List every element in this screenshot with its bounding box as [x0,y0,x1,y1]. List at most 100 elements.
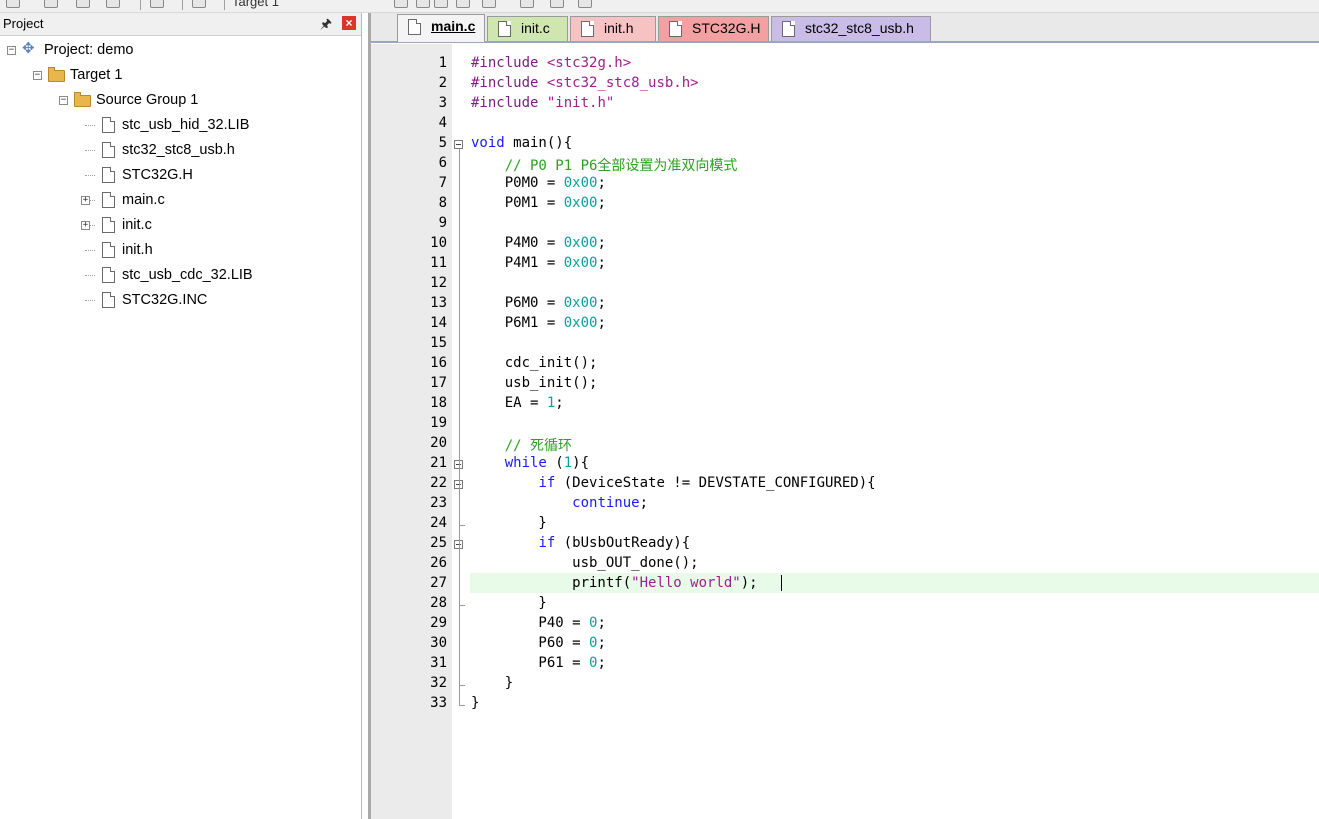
tree-connector [85,125,95,126]
expand-icon[interactable]: + [81,221,90,230]
toolbar-separator [182,0,183,10]
tab-label: stc32_stc8_usb.h [805,20,914,36]
toolbar: Target 1 [0,0,1319,13]
close-icon[interactable]: × [342,16,356,30]
tab-init-c[interactable]: init.c [487,16,568,41]
tree-item-file[interactable]: STC32G.H [0,164,360,186]
tab-init-h[interactable]: init.h [570,16,656,41]
tree-connector [85,300,95,301]
fold-collapse-icon[interactable] [454,140,463,149]
toolbar-icon[interactable] [578,0,592,8]
toolbar-icon[interactable] [394,0,408,8]
file-icon [102,267,115,283]
code-line: P4M0 = 0x00; [471,235,606,251]
tree-item-label: Target 1 [70,67,123,83]
fold-end-marker [459,525,465,526]
tree-item-label: init.c [122,217,152,233]
code-line: } [471,695,480,711]
code-line: printf("Hello world"); [471,575,758,591]
toolbar-icon[interactable] [150,0,164,8]
file-icon [581,21,594,37]
tree-item-label: stc32_stc8_usb.h [122,142,235,158]
code-line: void main(){ [471,135,573,151]
tree-item-label: stc_usb_hid_32.LIB [122,117,250,133]
code-line: P4M1 = 0x00; [471,255,606,271]
file-icon [102,117,115,133]
code-line: usb_OUT_done(); [471,555,699,571]
file-icon [102,142,115,158]
code-line: #include <stc32g.h> [471,55,632,71]
file-icon [102,217,115,233]
toolbar-icon[interactable] [550,0,564,8]
code-line: while (1){ [504,455,590,471]
project-panel: Project 🖈 × − ✥ Project: demo − Target 1− Sou… [0,13,362,819]
code-line: if (DeviceState != DEVSTATE_CONFIGURED){ [538,475,876,491]
code-line: if (bUsbOutReady){ [538,535,691,551]
file-icon [669,21,682,37]
code-line: // 死循环 [471,438,573,454]
tree-item-file[interactable]: + main.c [0,189,360,211]
tree-item-project[interactable]: − ✥ Project: demo [0,39,360,61]
code-line: P40 = 0; [471,615,606,631]
file-icon [102,167,115,183]
code-line: P60 = 0; [471,635,606,651]
file-icon [102,192,115,208]
tab-label: main.c [431,18,476,34]
tree-item-label: stc_usb_cdc_32.LIB [122,267,253,283]
toolbar-icon[interactable] [482,0,496,8]
code-line: #include <stc32_stc8_usb.h> [471,75,699,91]
tree-connector [85,275,95,276]
toolbar-icon[interactable] [6,0,20,8]
toolbar-icon[interactable] [520,0,534,8]
toolbar-icon[interactable] [106,0,120,8]
tree-connector [85,175,95,176]
collapse-icon[interactable]: − [7,46,16,55]
tree-item-label: init.h [122,242,153,258]
tree-item-label: STC32G.H [122,167,193,183]
tree-item-file[interactable]: stc_usb_cdc_32.LIB [0,264,360,286]
toolbar-separator [224,0,225,10]
tree-item-file[interactable]: stc32_stc8_usb.h [0,139,360,161]
code-line: #include "init.h" [471,95,615,111]
tree-item-label: main.c [122,192,165,208]
toolbar-icon[interactable] [434,0,448,8]
code-line: } [471,515,547,531]
tree-item-target[interactable]: − Target 1 [0,64,360,86]
project-icon: ✥ [22,40,35,57]
target-icon [48,67,65,82]
pin-icon[interactable]: 🖈 [320,15,332,37]
fold-guide [459,489,460,525]
tab-label: init.h [604,20,634,36]
code-line: P6M1 = 0x00; [471,315,606,331]
code-line: P0M1 = 0x00; [471,195,606,211]
tab-stc32-stc8-usb-h[interactable]: stc32_stc8_usb.h [771,16,931,41]
expand-icon[interactable]: + [81,196,90,205]
code-line: usb_init(); [471,375,598,391]
code-line: continue; [572,495,649,511]
tree-item-file[interactable]: init.h [0,239,360,261]
tree-item-file[interactable]: stc_usb_hid_32.LIB [0,114,360,136]
tree-item-label: Source Group 1 [96,92,199,108]
collapse-icon[interactable]: − [33,71,42,80]
fold-end-marker [459,685,465,686]
tab-label: init.c [521,20,550,36]
tab-main-c[interactable]: main.c [397,14,485,42]
tree-item-file[interactable]: STC32G.INC [0,289,360,311]
code-text-area[interactable]: #include <stc32g.h> #include <stc32_stc8_… [371,44,1319,819]
project-panel-header: Project 🖈 × [0,13,361,36]
toolbar-icon[interactable] [192,0,206,8]
toolbar-icon[interactable] [416,0,430,8]
fold-end-marker [459,605,465,606]
tab-label: STC32G.H [692,20,761,36]
tree-item-folder[interactable]: − Source Group 1 [0,89,360,111]
tree-connector [85,150,95,151]
target-select[interactable]: Target 1 [232,0,279,9]
code-line: } [471,595,547,611]
collapse-icon[interactable]: − [59,96,68,105]
toolbar-icon[interactable] [76,0,90,8]
toolbar-icon[interactable] [456,0,470,8]
tab-stc32g-h[interactable]: STC32G.H [658,16,769,41]
toolbar-icon[interactable] [44,0,58,8]
code-editor: main.c init.c init.h STC32G.H stc32_stc8… [368,13,1319,819]
tree-item-file[interactable]: + init.c [0,214,360,236]
